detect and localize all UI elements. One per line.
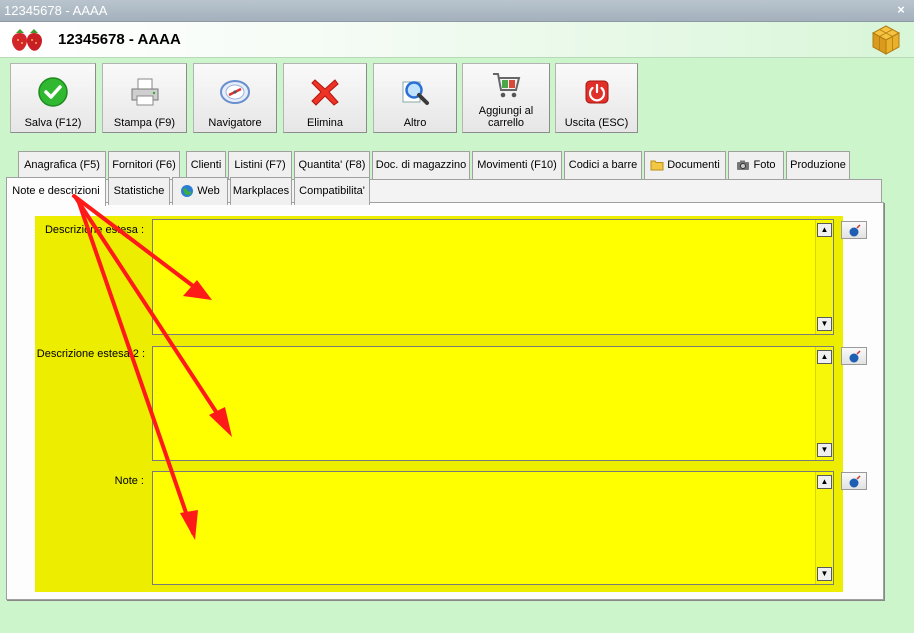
- save-button[interactable]: Salva (F12): [10, 63, 96, 133]
- strawberry-icon: [12, 29, 42, 51]
- globe-icon: [181, 185, 194, 198]
- tab-note-descrizioni[interactable]: Note e descrizioni: [6, 177, 106, 206]
- scroll-down-icon[interactable]: ▼: [817, 567, 832, 581]
- tab-web[interactable]: Web: [172, 177, 228, 205]
- descrizione-estesa-field[interactable]: ▲ ▼: [152, 219, 834, 335]
- tab-row-secondary: Note e descrizioni Statistiche Web Markp…: [6, 177, 376, 206]
- delete-x-icon: [311, 79, 339, 106]
- tab-clienti[interactable]: Clienti: [186, 151, 226, 179]
- tab-statistiche[interactable]: Statistiche: [108, 177, 170, 205]
- navigator-button-label: Navigatore: [208, 117, 262, 129]
- tab-fornitori[interactable]: Fornitori (F6): [108, 151, 180, 179]
- field-label-descrizione-estesa-2: Descrizione estesa 2 :: [36, 348, 145, 360]
- edit-note-button[interactable]: [841, 472, 867, 490]
- print-button[interactable]: Stampa (F9): [102, 63, 187, 133]
- scrollbar[interactable]: ▲ ▼: [815, 347, 833, 460]
- delete-button-label: Elimina: [306, 117, 344, 129]
- exit-button-label: Uscita (ESC): [564, 117, 629, 129]
- check-icon: [38, 77, 68, 107]
- descrizione-estesa-2-field[interactable]: ▲ ▼: [152, 346, 834, 461]
- tab-anagrafica[interactable]: Anagrafica (F5): [18, 151, 106, 179]
- exit-button[interactable]: Uscita (ESC): [555, 63, 638, 133]
- close-icon[interactable]: ×: [894, 3, 908, 17]
- delete-button[interactable]: Elimina: [283, 63, 367, 133]
- tab-documenti[interactable]: Documenti: [644, 151, 726, 179]
- tab-movimenti[interactable]: Movimenti (F10): [472, 151, 562, 179]
- navigator-button[interactable]: Navigatore: [193, 63, 277, 133]
- bomb-icon: [849, 350, 861, 363]
- page-title: 12345678 - AAAA: [58, 31, 181, 48]
- power-icon: [585, 80, 608, 104]
- scrollbar[interactable]: ▲ ▼: [815, 472, 833, 584]
- scroll-up-icon[interactable]: ▲: [817, 475, 832, 489]
- folder-icon: [650, 160, 664, 171]
- add-to-cart-button[interactable]: Aggiungi al carrello: [462, 63, 550, 133]
- bomb-icon: [849, 224, 861, 237]
- scroll-down-icon[interactable]: ▼: [817, 317, 832, 331]
- cart-icon: [493, 73, 521, 98]
- scrollbar[interactable]: ▲ ▼: [815, 220, 833, 334]
- note-field[interactable]: ▲ ▼: [152, 471, 834, 585]
- tab-codici-barre[interactable]: Codici a barre: [564, 151, 642, 179]
- tab-quantita[interactable]: Quantita' (F8): [294, 151, 370, 179]
- tab-listini[interactable]: Listini (F7): [228, 151, 292, 179]
- tab-compatibilita[interactable]: Compatibilita': [294, 177, 370, 205]
- field-label-descrizione-estesa: Descrizione estesa :: [44, 224, 144, 236]
- field-label-note: Note :: [114, 475, 144, 487]
- compass-icon: [220, 80, 250, 104]
- scroll-up-icon[interactable]: ▲: [817, 223, 832, 237]
- printer-icon: [131, 78, 158, 106]
- window-titlebar: 12345678 - AAAA ×: [0, 0, 914, 22]
- tab-produzione[interactable]: Produzione: [786, 151, 850, 179]
- more-button-label: Altro: [403, 117, 427, 129]
- camera-icon: [737, 160, 750, 171]
- scroll-down-icon[interactable]: ▼: [817, 443, 832, 457]
- more-button[interactable]: Altro: [373, 63, 457, 133]
- add-to-cart-button-label: Aggiungi al carrello: [478, 105, 534, 129]
- print-button-label: Stampa (F9): [113, 117, 176, 129]
- record-header: 12345678 - AAAA: [0, 22, 914, 58]
- magnifier-icon: [402, 81, 429, 105]
- scroll-up-icon[interactable]: ▲: [817, 350, 832, 364]
- edit-descrizione-estesa-button[interactable]: [841, 221, 867, 239]
- window-title: 12345678 - AAAA: [4, 3, 108, 18]
- tab-markplaces[interactable]: Markplaces: [230, 177, 292, 205]
- bomb-icon: [849, 475, 861, 488]
- save-button-label: Salva (F12): [24, 117, 82, 129]
- edit-descrizione-estesa-2-button[interactable]: [841, 347, 867, 365]
- tab-foto[interactable]: Foto: [728, 151, 784, 179]
- cube-icon: [871, 25, 901, 55]
- tab-row-primary: Anagrafica (F5) Fornitori (F6) Clienti L…: [18, 151, 858, 179]
- tab-doc-magazzino[interactable]: Doc. di magazzino: [372, 151, 470, 179]
